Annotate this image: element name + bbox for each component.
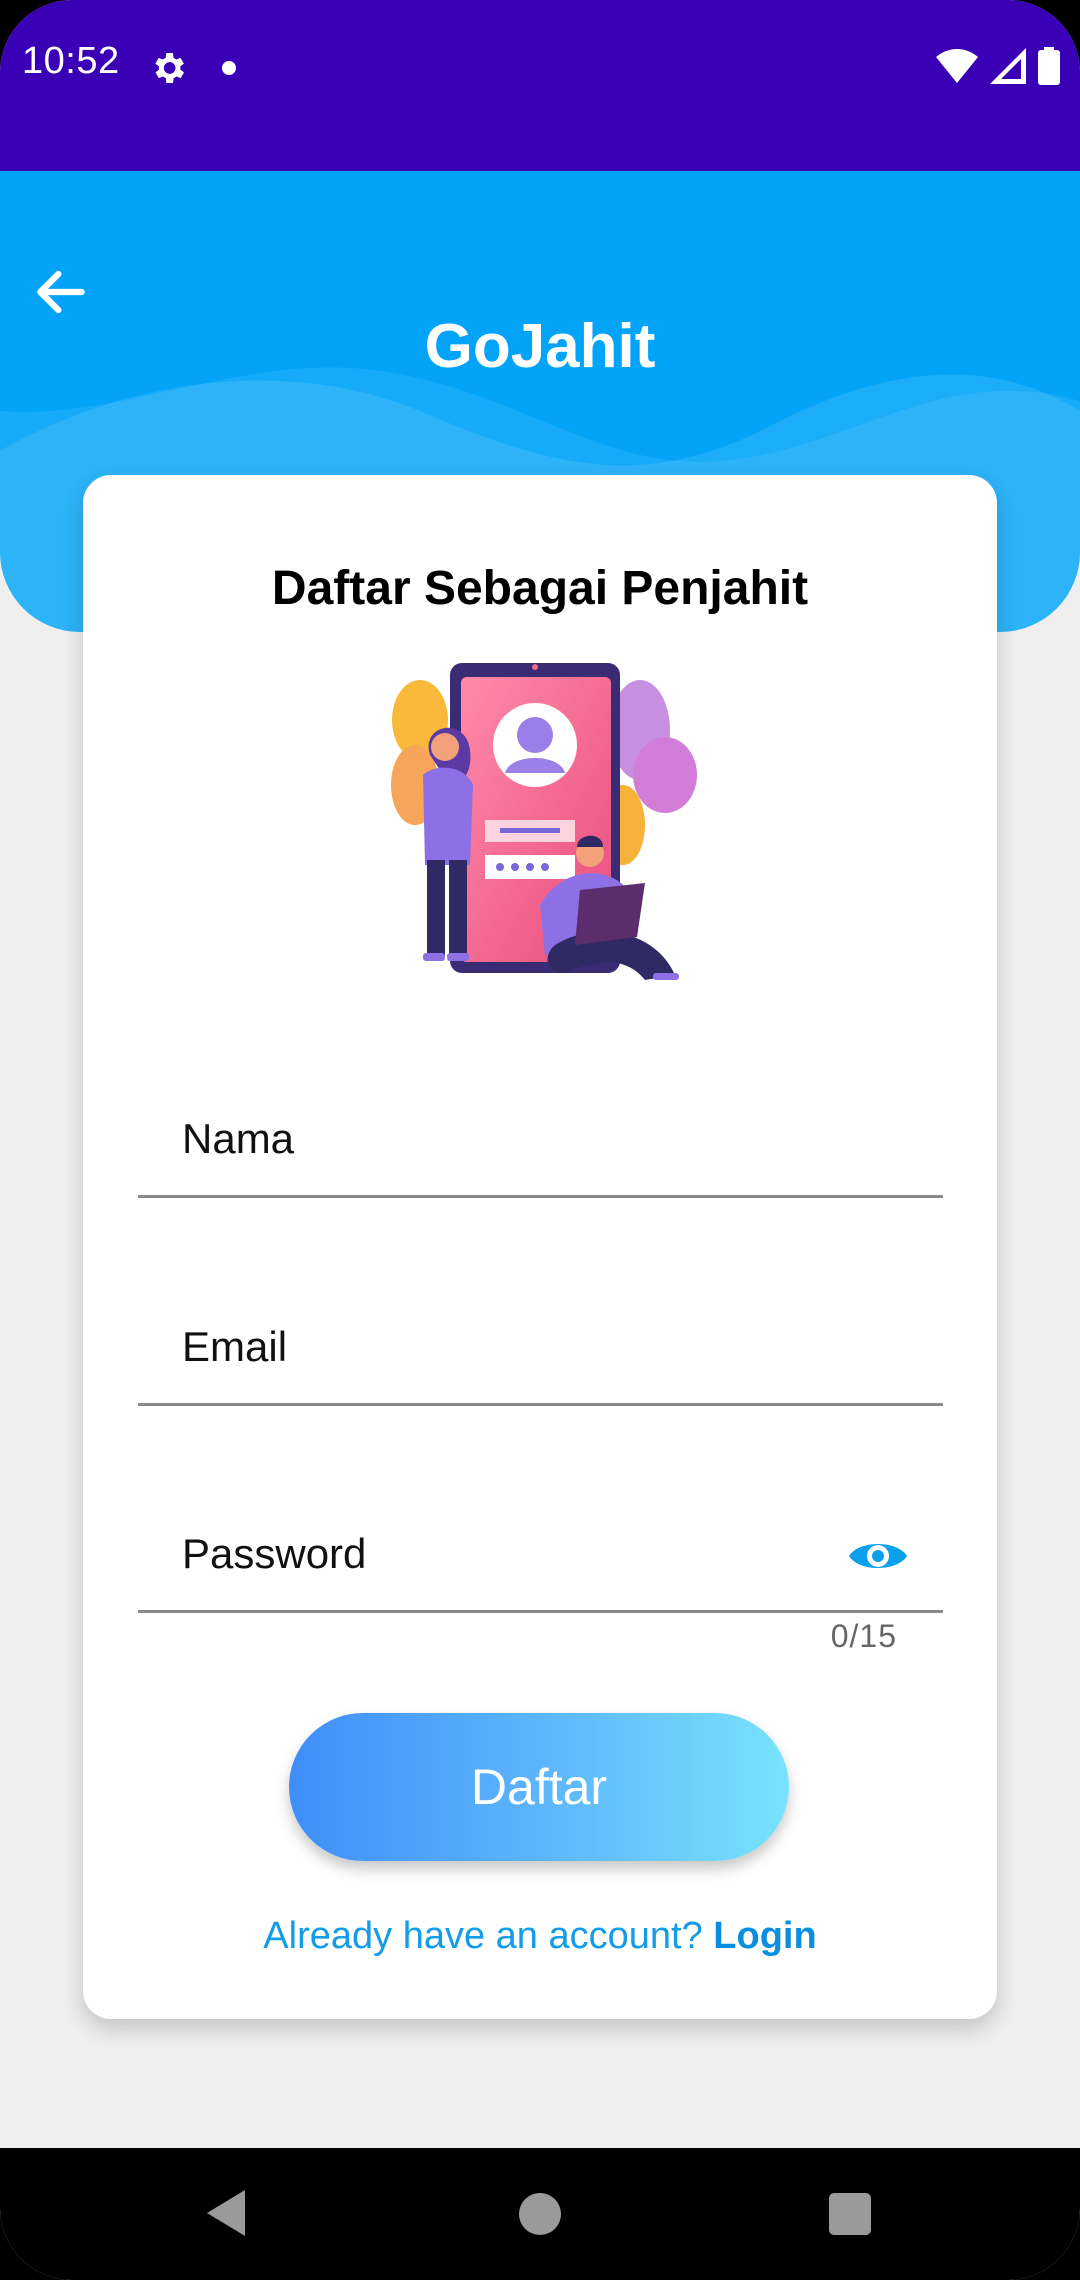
battery-icon: [1038, 47, 1060, 85]
name-placeholder: Nama: [182, 1115, 295, 1162]
nav-home-icon[interactable]: [519, 2193, 561, 2235]
status-time: 10:52: [22, 40, 120, 82]
status-bar: 10:52: [0, 0, 1080, 171]
wifi-icon: [936, 49, 978, 83]
navigation-bar: [0, 2148, 1080, 2280]
eye-icon[interactable]: [847, 1534, 909, 1578]
app-title: GoJahit: [424, 312, 656, 381]
screen: 10:52 GoJahit Daftar Sebagai Penjahit Na…: [0, 0, 1080, 2280]
login-link[interactable]: Login: [713, 1915, 816, 1957]
card-title: Daftar Sebagai Penjahit: [271, 562, 809, 615]
name-field[interactable]: Nama: [138, 1075, 943, 1198]
email-placeholder: Email: [182, 1323, 288, 1370]
signal-icon: [990, 48, 1026, 84]
nav-back-icon[interactable]: [205, 2188, 249, 2238]
password-field[interactable]: Password: [138, 1490, 943, 1613]
register-card: Daftar Sebagai Penjahit Nama Email Passw…: [83, 475, 997, 2019]
register-illustration: [391, 663, 697, 980]
notification-dot-icon: [222, 61, 236, 75]
nav-recents-icon[interactable]: [829, 2193, 871, 2235]
email-field[interactable]: Email: [138, 1283, 943, 1406]
status-icons: [936, 44, 1060, 88]
password-placeholder: Password: [182, 1530, 367, 1577]
login-prompt-line: Already have an account? Login: [83, 1915, 997, 1958]
password-counter: 0/15: [830, 1618, 897, 1654]
register-button[interactable]: Daftar: [289, 1713, 789, 1861]
gear-icon: [155, 53, 184, 83]
login-prompt-text: Already have an account?: [263, 1915, 703, 1957]
